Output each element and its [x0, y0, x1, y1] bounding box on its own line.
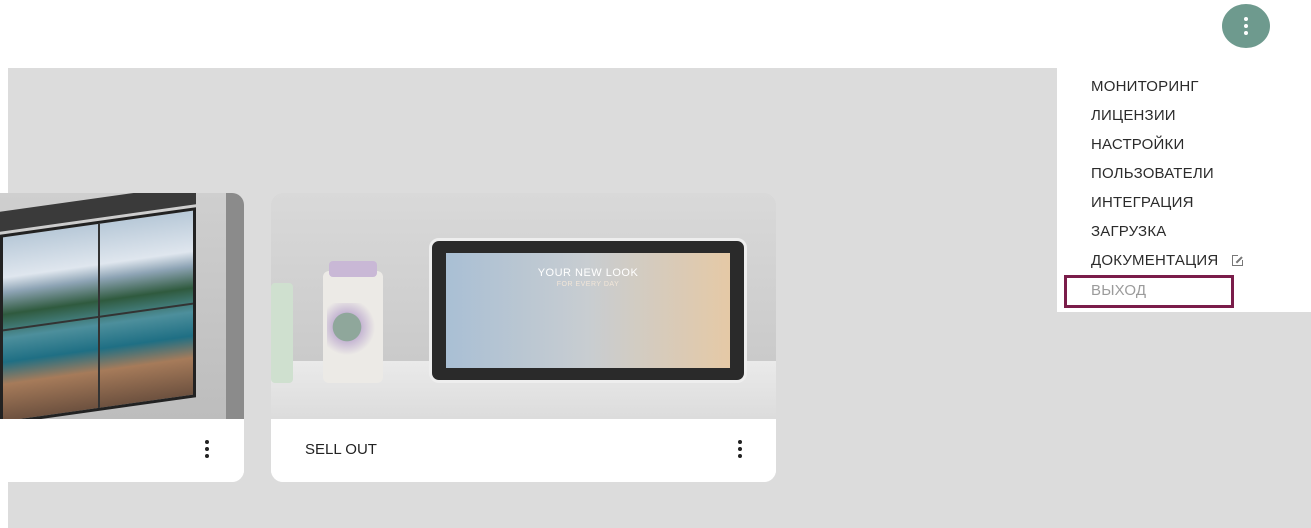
- app-stage: МОНИТОРИНГ ЛИЦЕНЗИИ НАСТРОЙКИ ПОЛЬЗОВАТЕ…: [0, 0, 1311, 528]
- card-footer: SELL OUT: [271, 419, 776, 482]
- menu-item-users[interactable]: ПОЛЬЗОВАТЕЛИ: [1091, 165, 1214, 182]
- product-tube: [271, 283, 293, 383]
- tablet-display: YOUR NEW LOOK FOR EVERY DAY: [429, 238, 747, 383]
- more-vert-icon: [1244, 17, 1248, 35]
- project-card[interactable]: [0, 193, 244, 482]
- menu-item-integration[interactable]: ИНТЕГРАЦИЯ: [1091, 194, 1194, 211]
- external-link-icon: [1232, 254, 1245, 266]
- videowall-thumbnail: [0, 193, 244, 419]
- sell-out-thumbnail: YOUR NEW LOOK FOR EVERY DAY: [271, 193, 776, 419]
- menu-item-monitoring[interactable]: МОНИТОРИНГ: [1091, 78, 1199, 95]
- more-vert-icon: [738, 440, 742, 458]
- videowall-screen: [0, 207, 196, 419]
- card-footer: [0, 419, 244, 482]
- card-menu-button[interactable]: [197, 435, 217, 463]
- main-menu-button[interactable]: [1222, 4, 1270, 48]
- screen-headline: YOUR NEW LOOK: [537, 267, 639, 279]
- screen-subline: FOR EVERY DAY: [556, 281, 620, 288]
- menu-item-licenses[interactable]: ЛИЦЕНЗИИ: [1091, 107, 1176, 124]
- menu-item-logout[interactable]: ВЫХОД: [1091, 282, 1146, 299]
- project-card-sell-out[interactable]: YOUR NEW LOOK FOR EVERY DAY SELL OUT: [271, 193, 776, 482]
- dropdown-menu: МОНИТОРИНГ ЛИЦЕНЗИИ НАСТРОЙКИ ПОЛЬЗОВАТЕ…: [1057, 66, 1311, 312]
- menu-item-documentation[interactable]: ДОКУМЕНТАЦИЯ: [1091, 252, 1245, 269]
- card-title: SELL OUT: [305, 441, 377, 458]
- menu-item-upload[interactable]: ЗАГРУЗКА: [1091, 223, 1166, 240]
- menu-item-settings[interactable]: НАСТРОЙКИ: [1091, 136, 1184, 153]
- more-vert-icon: [205, 440, 209, 458]
- card-menu-button[interactable]: [730, 435, 750, 463]
